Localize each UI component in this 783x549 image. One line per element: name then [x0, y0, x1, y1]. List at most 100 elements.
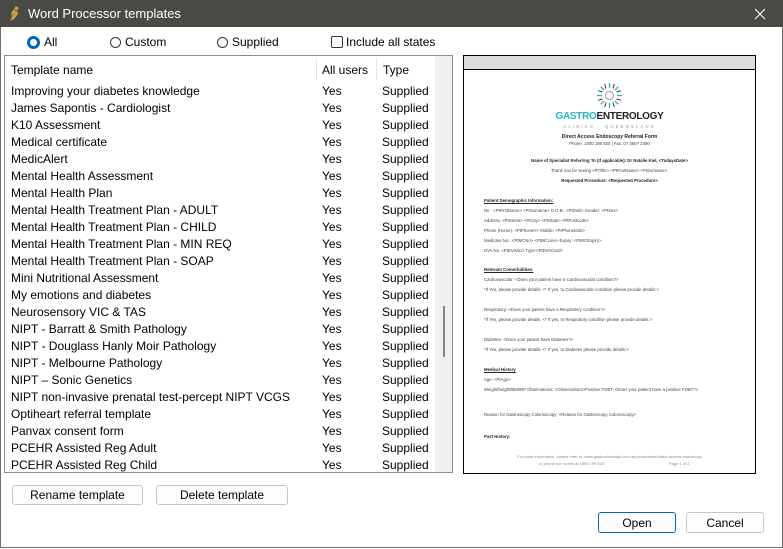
type-cell: Supplied — [382, 288, 429, 302]
template-name-cell: NIPT – Sonic Genetics — [11, 373, 133, 387]
requested-procedure-line: Requested Procedure: <Requested Procedur… — [561, 178, 658, 183]
filter-custom-radio[interactable]: Custom — [110, 33, 166, 51]
cancel-button[interactable]: Cancel — [686, 512, 764, 533]
type-cell: Supplied — [382, 169, 429, 183]
template-list[interactable]: Template name All users Type Improving y… — [4, 55, 453, 473]
demographic-heading: Patient Demographic Information: — [484, 198, 554, 203]
comorbidities-heading: Relevant Comorbidities: — [484, 267, 534, 272]
include-all-states-checkbox[interactable]: Include all states — [331, 33, 435, 51]
history-line: Past History: — [484, 434, 511, 439]
column-divider[interactable] — [316, 58, 317, 80]
table-row[interactable]: NIPT – Sonic Genetics Yes Supplied — [5, 372, 435, 389]
template-name-cell: PCEHR Assisted Reg Adult — [11, 441, 157, 455]
all-users-cell: Yes — [322, 424, 342, 438]
template-name-cell: NIPT - Douglass Hanly Moir Pathology — [11, 339, 217, 353]
all-users-cell: Yes — [322, 288, 342, 302]
rename-template-button[interactable]: Rename template — [12, 485, 143, 505]
template-name-cell: Neurosensory VIC & TAS — [11, 305, 146, 319]
table-row[interactable]: Mini Nutritional Assessment Yes Supplied — [5, 270, 435, 287]
type-cell: Supplied — [382, 152, 429, 166]
footer-page: Page 1 of 2 — [669, 461, 690, 466]
all-users-cell: Yes — [322, 441, 342, 455]
table-row[interactable]: Neurosensory VIC & TAS Yes Supplied — [5, 304, 435, 321]
column-divider[interactable] — [376, 58, 377, 80]
all-users-cell: Yes — [322, 254, 342, 268]
all-users-cell: Yes — [322, 84, 342, 98]
template-name-cell: NIPT - Melbourne Pathology — [11, 356, 163, 370]
all-users-cell: Yes — [322, 373, 342, 387]
delete-template-button[interactable]: Delete template — [156, 485, 288, 505]
table-row[interactable]: Panvax consent form Yes Supplied — [5, 423, 435, 440]
filter-custom-label: Custom — [125, 35, 167, 49]
table-row[interactable]: James Sapontis - Cardiologist Yes Supplied — [5, 100, 435, 117]
table-row[interactable]: NIPT non-invasive prenatal test-percept … — [5, 389, 435, 406]
type-cell: Supplied — [382, 203, 429, 217]
comorbidity-line: Cardiovascular: <Does your patient have … — [484, 277, 619, 282]
all-users-cell: Yes — [322, 305, 342, 319]
history-line: Weight/height/BMI/BP Observations: <Obse… — [484, 387, 699, 392]
radio-button[interactable] — [110, 36, 121, 48]
radio-button-checked[interactable] — [27, 35, 40, 49]
table-row[interactable]: NIPT - Douglass Hanly Moir Pathology Yes S… — [5, 338, 435, 355]
table-row[interactable]: NIPT - Barratt & Smith Pathology Yes Suppl… — [5, 321, 435, 338]
template-name-cell: Panvax consent form — [11, 424, 124, 438]
table-row[interactable]: Optiheart referral template Yes Supplied — [5, 406, 435, 423]
template-name-cell: Mental Health Assessment — [11, 169, 154, 183]
radio-button[interactable] — [217, 36, 228, 48]
column-header-template-name[interactable]: Template name — [11, 63, 93, 77]
table-row[interactable]: Mental Health Assessment Yes Supplied — [5, 168, 435, 185]
table-row[interactable]: NIPT - Melbourne Pathology Yes Supplied — [5, 355, 435, 372]
demographic-line: DVA No: <PtDVANo> Type:<PtDVACard> — [484, 248, 563, 253]
demographic-line: Phone (Home): <PtPhoneH> Mobile: <PtPhon… — [484, 228, 586, 233]
table-row[interactable]: Mental Health Plan Yes Supplied — [5, 185, 435, 202]
table-row[interactable]: Mental Health Treatment Plan - CHILD Yes S… — [5, 219, 435, 236]
table-row[interactable]: Medical certificate Yes Supplied — [5, 134, 435, 151]
template-name-cell: Mental Health Treatment Plan - SOAP — [11, 254, 214, 268]
logo-part2: ENTEROLOGY — [596, 111, 664, 122]
filter-all-radio[interactable]: All — [27, 33, 57, 51]
type-cell: Supplied — [382, 441, 429, 455]
template-name-cell: Improving your diabetes knowledge — [11, 84, 200, 98]
all-users-cell: Yes — [322, 118, 342, 132]
filter-supplied-radio[interactable]: Supplied — [217, 33, 279, 51]
template-name-cell: PCEHR Assisted Reg Child — [11, 458, 158, 472]
table-row[interactable]: My emotions and diabetes Yes Supplied — [5, 287, 435, 304]
finch-bird-icon — [10, 6, 19, 21]
all-users-cell: Yes — [322, 101, 342, 115]
template-name-cell: NIPT - Barratt & Smith Pathology — [11, 322, 187, 336]
checkbox[interactable] — [331, 36, 343, 48]
table-row[interactable]: PCEHR Assisted Reg Adult Yes Supplied — [5, 440, 435, 457]
include-all-states-label: Include all states — [346, 35, 436, 49]
table-row[interactable]: K10 Assessment Yes Supplied — [5, 117, 435, 134]
close-button[interactable] — [737, 0, 783, 27]
comorbidity-line: Respiratory: <Does your patient have a R… — [484, 307, 606, 312]
filter-supplied-label: Supplied — [232, 35, 279, 49]
open-button[interactable]: Open — [598, 512, 676, 533]
column-header-all-users[interactable]: All users — [322, 63, 368, 77]
table-row[interactable]: Improving your diabetes knowledge Yes Supp… — [5, 83, 435, 100]
phone-line: Phone: 1800 199 920 | Fax: 07 3607 2490 — [569, 141, 650, 146]
all-users-cell: Yes — [322, 339, 342, 353]
table-row[interactable]: Mental Health Treatment Plan - SOAP Yes Su… — [5, 253, 435, 270]
preview-header-band — [464, 56, 755, 70]
gastro-logo-text: GASTROENTEROLOGY — [464, 111, 755, 122]
comorbidity-line: *If Yes, please provide details: <* If y… — [484, 287, 659, 292]
table-row[interactable]: PCEHR Assisted Reg Child Yes Supplied — [5, 457, 435, 472]
gastro-logo-icon — [597, 83, 622, 108]
demographic-line: Address: <PtStreet> <PtCity> <PtState> <… — [484, 218, 589, 223]
table-row[interactable]: MedicAlert Yes Supplied — [5, 151, 435, 168]
all-users-cell: Yes — [322, 152, 342, 166]
scrollbar-thumb[interactable] — [443, 306, 445, 357]
table-row[interactable]: Mental Health Treatment Plan - MIN REQ Ye… — [5, 236, 435, 253]
type-cell: Supplied — [382, 373, 429, 387]
type-cell: Supplied — [382, 339, 429, 353]
column-header-type[interactable]: Type — [383, 63, 409, 77]
filter-all-label: All — [44, 35, 58, 49]
type-cell: Supplied — [382, 186, 429, 200]
medical-history-heading: Medical History — [484, 367, 516, 372]
vertical-scrollbar[interactable] — [435, 56, 452, 472]
list-rows: Improving your diabetes knowledge Yes Supp… — [5, 83, 435, 472]
form-title: Direct Access Endoscopy Referral Form — [561, 134, 658, 140]
window-title: Word Processor templates — [28, 6, 181, 21]
table-row[interactable]: Mental Health Treatment Plan - ADULT Yes S… — [5, 202, 435, 219]
